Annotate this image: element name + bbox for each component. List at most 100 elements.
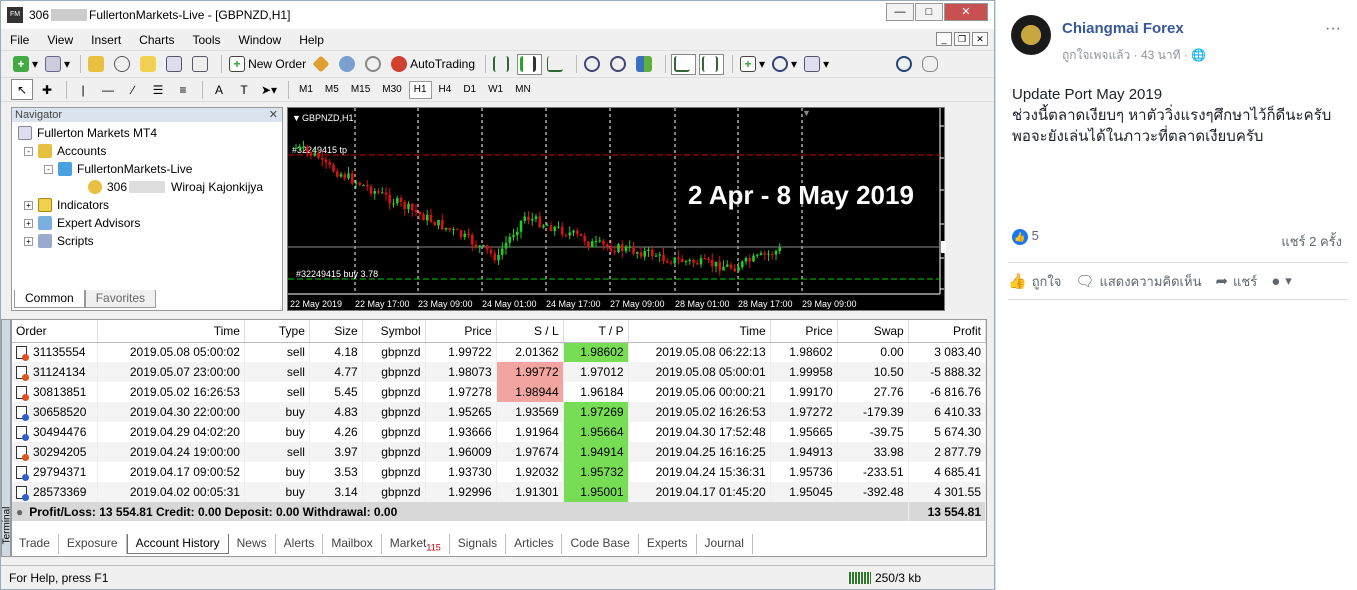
tree-indicators[interactable]: + Indicators xyxy=(18,196,282,214)
maximize-button[interactable]: □ xyxy=(915,3,943,21)
expand-icon[interactable]: + xyxy=(24,200,33,210)
autotrading-button[interactable]: AutoTrading xyxy=(389,54,477,75)
tree-root[interactable]: Fullerton Markets MT4 xyxy=(18,124,282,142)
menu-view[interactable]: View xyxy=(38,33,82,47)
price-chart[interactable]: 1.956751.951501.946101.940851.935601.930… xyxy=(287,107,946,311)
tab-code-base[interactable]: Code Base xyxy=(562,534,639,554)
tab-alerts[interactable]: Alerts xyxy=(276,534,324,554)
page-name[interactable]: Chiangmai Forex xyxy=(1062,20,1184,37)
tester-button[interactable] xyxy=(190,54,213,75)
table-row[interactable]: 31135554 2019.05.08 05:00:02 sell 4.18 gbpnz… xyxy=(12,342,987,362)
tab-mailbox[interactable]: Mailbox xyxy=(323,534,382,554)
table-row[interactable]: 28573369 2019.04.02 00:05:31 buy 3.14 gbpnzd… xyxy=(12,482,987,502)
timeframe-m30[interactable]: M30 xyxy=(377,81,406,99)
trendline-tool[interactable]: ∕ xyxy=(122,79,144,100)
channel-tool[interactable]: ☰ xyxy=(147,79,169,100)
mdi-close-button[interactable]: ✕ xyxy=(972,32,988,46)
auto-scroll-button[interactable] xyxy=(671,53,697,75)
cursor-tool[interactable]: ↖ xyxy=(11,79,33,100)
tree-accounts[interactable]: - Accounts xyxy=(18,142,282,160)
timeframe-m1[interactable]: M1 xyxy=(294,81,318,99)
header-close-price[interactable]: Price xyxy=(770,320,838,343)
header-sl[interactable]: S / L xyxy=(496,320,564,343)
header-size[interactable]: Size xyxy=(309,320,363,343)
data-window-button[interactable] xyxy=(112,54,135,75)
more-options-icon[interactable]: ··· xyxy=(1325,20,1341,38)
tab-exposure[interactable]: Exposure xyxy=(59,534,127,554)
tab-common[interactable]: Common xyxy=(14,290,85,308)
zoom-out-button[interactable] xyxy=(608,54,631,75)
header-type[interactable]: Type xyxy=(244,320,310,343)
tab-favorites[interactable]: Favorites xyxy=(84,290,157,308)
close-button[interactable]: ✕ xyxy=(944,3,988,21)
vertical-line-tool[interactable]: | xyxy=(72,79,94,100)
timeframe-m5[interactable]: M5 xyxy=(320,81,344,99)
header-profit[interactable]: Profit xyxy=(908,320,987,343)
tab-experts[interactable]: Experts xyxy=(639,534,697,554)
mdi-restore-button[interactable]: ❐ xyxy=(954,32,970,46)
tab-articles[interactable]: Articles xyxy=(506,534,563,554)
signals-button[interactable] xyxy=(337,54,360,75)
bar-chart-button[interactable] xyxy=(491,54,514,75)
crosshair-tool[interactable]: ✚ xyxy=(36,79,58,100)
share-count[interactable]: แชร์ 2 ครั้ง xyxy=(1281,231,1342,252)
timeframe-h1[interactable]: H1 xyxy=(408,80,432,99)
connection-status[interactable]: 250/3 kb xyxy=(848,571,921,585)
new-chart-button[interactable]: + ▾ xyxy=(11,54,40,75)
horizontal-line-tool[interactable]: — xyxy=(97,79,119,100)
table-row[interactable]: 30658520 2019.04.30 22:00:00 buy 4.83 gbpnzd… xyxy=(12,402,987,422)
table-row[interactable]: 30294205 2019.04.24 19:00:00 sell 3.97 gbpnz… xyxy=(12,442,987,462)
post-as-selector[interactable]: ● ▾ xyxy=(1271,273,1292,290)
tree-experts[interactable]: + Expert Advisors xyxy=(18,214,282,232)
periods-button[interactable]: ▾ xyxy=(770,54,799,75)
timeframe-d1[interactable]: D1 xyxy=(458,81,481,99)
metaeditor-button[interactable] xyxy=(311,54,334,75)
menu-charts[interactable]: Charts xyxy=(130,33,183,47)
menu-tools[interactable]: Tools xyxy=(184,33,230,47)
tab-trade[interactable]: Trade xyxy=(11,534,59,554)
share-button[interactable]: ➦ แชร์ xyxy=(1215,271,1257,292)
tile-windows-button[interactable] xyxy=(634,54,657,75)
header-close-time[interactable]: Time xyxy=(628,320,771,343)
timeframe-m15[interactable]: M15 xyxy=(346,81,375,99)
comment-button[interactable]: 🗨 แสดงความคิดเห็น xyxy=(1075,271,1201,292)
tree-server[interactable]: - FullertonMarkets-Live xyxy=(18,160,282,178)
market-watch-button[interactable] xyxy=(86,54,109,75)
navigator-button[interactable] xyxy=(138,54,161,75)
table-row[interactable]: 29794371 2019.04.17 09:00:52 buy 3.53 gbpnzd… xyxy=(12,462,987,482)
candlestick-button[interactable] xyxy=(517,53,543,75)
fibonacci-tool[interactable]: ≡ xyxy=(172,79,194,100)
table-row[interactable]: 30494476 2019.04.29 04:02:20 buy 4.26 gbpnzd… xyxy=(12,422,987,442)
profiles-button[interactable]: ▾ xyxy=(43,54,72,75)
minimize-button[interactable]: — xyxy=(886,3,914,21)
tab-market[interactable]: Market115 xyxy=(382,534,450,554)
mdi-minimize-button[interactable]: _ xyxy=(936,32,952,46)
navigator-close-icon[interactable]: ✕ xyxy=(269,108,278,122)
menu-window[interactable]: Window xyxy=(230,33,291,47)
header-symbol[interactable]: Symbol xyxy=(362,320,426,343)
header-order[interactable]: Order xyxy=(12,320,98,343)
menu-insert[interactable]: Insert xyxy=(82,33,130,47)
like-button[interactable]: 👍 ถูกใจ xyxy=(1008,271,1061,292)
arrows-tool[interactable]: ➤▾ xyxy=(258,79,280,100)
zoom-in-button[interactable] xyxy=(582,54,605,75)
line-chart-button[interactable] xyxy=(545,54,568,75)
table-row[interactable]: 31124134 2019.05.07 23:00:00 sell 4.77 gbpnz… xyxy=(12,362,987,382)
templates-button[interactable]: ▾ xyxy=(802,54,831,75)
tab-journal[interactable]: Journal xyxy=(697,534,753,554)
chat-button[interactable] xyxy=(920,54,943,75)
expand-icon[interactable]: + xyxy=(24,236,33,246)
text-tool[interactable]: A xyxy=(208,79,230,100)
vps-button[interactable] xyxy=(363,54,386,75)
tab-signals[interactable]: Signals xyxy=(450,534,507,554)
menu-help[interactable]: Help xyxy=(290,33,333,47)
tab-account-history[interactable]: Account History xyxy=(126,534,229,554)
tree-scripts[interactable]: + Scripts xyxy=(18,232,282,250)
terminal-button[interactable] xyxy=(164,54,187,75)
table-row[interactable]: 30813851 2019.05.02 16:26:53 sell 5.45 gbpnz… xyxy=(12,382,987,402)
indicators-button[interactable]: + ▾ xyxy=(738,54,767,75)
collapse-icon[interactable]: - xyxy=(44,164,53,174)
like-count[interactable]: 5 xyxy=(1032,228,1039,243)
text-label-tool[interactable]: T xyxy=(233,79,255,100)
header-time[interactable]: Time xyxy=(97,320,245,343)
